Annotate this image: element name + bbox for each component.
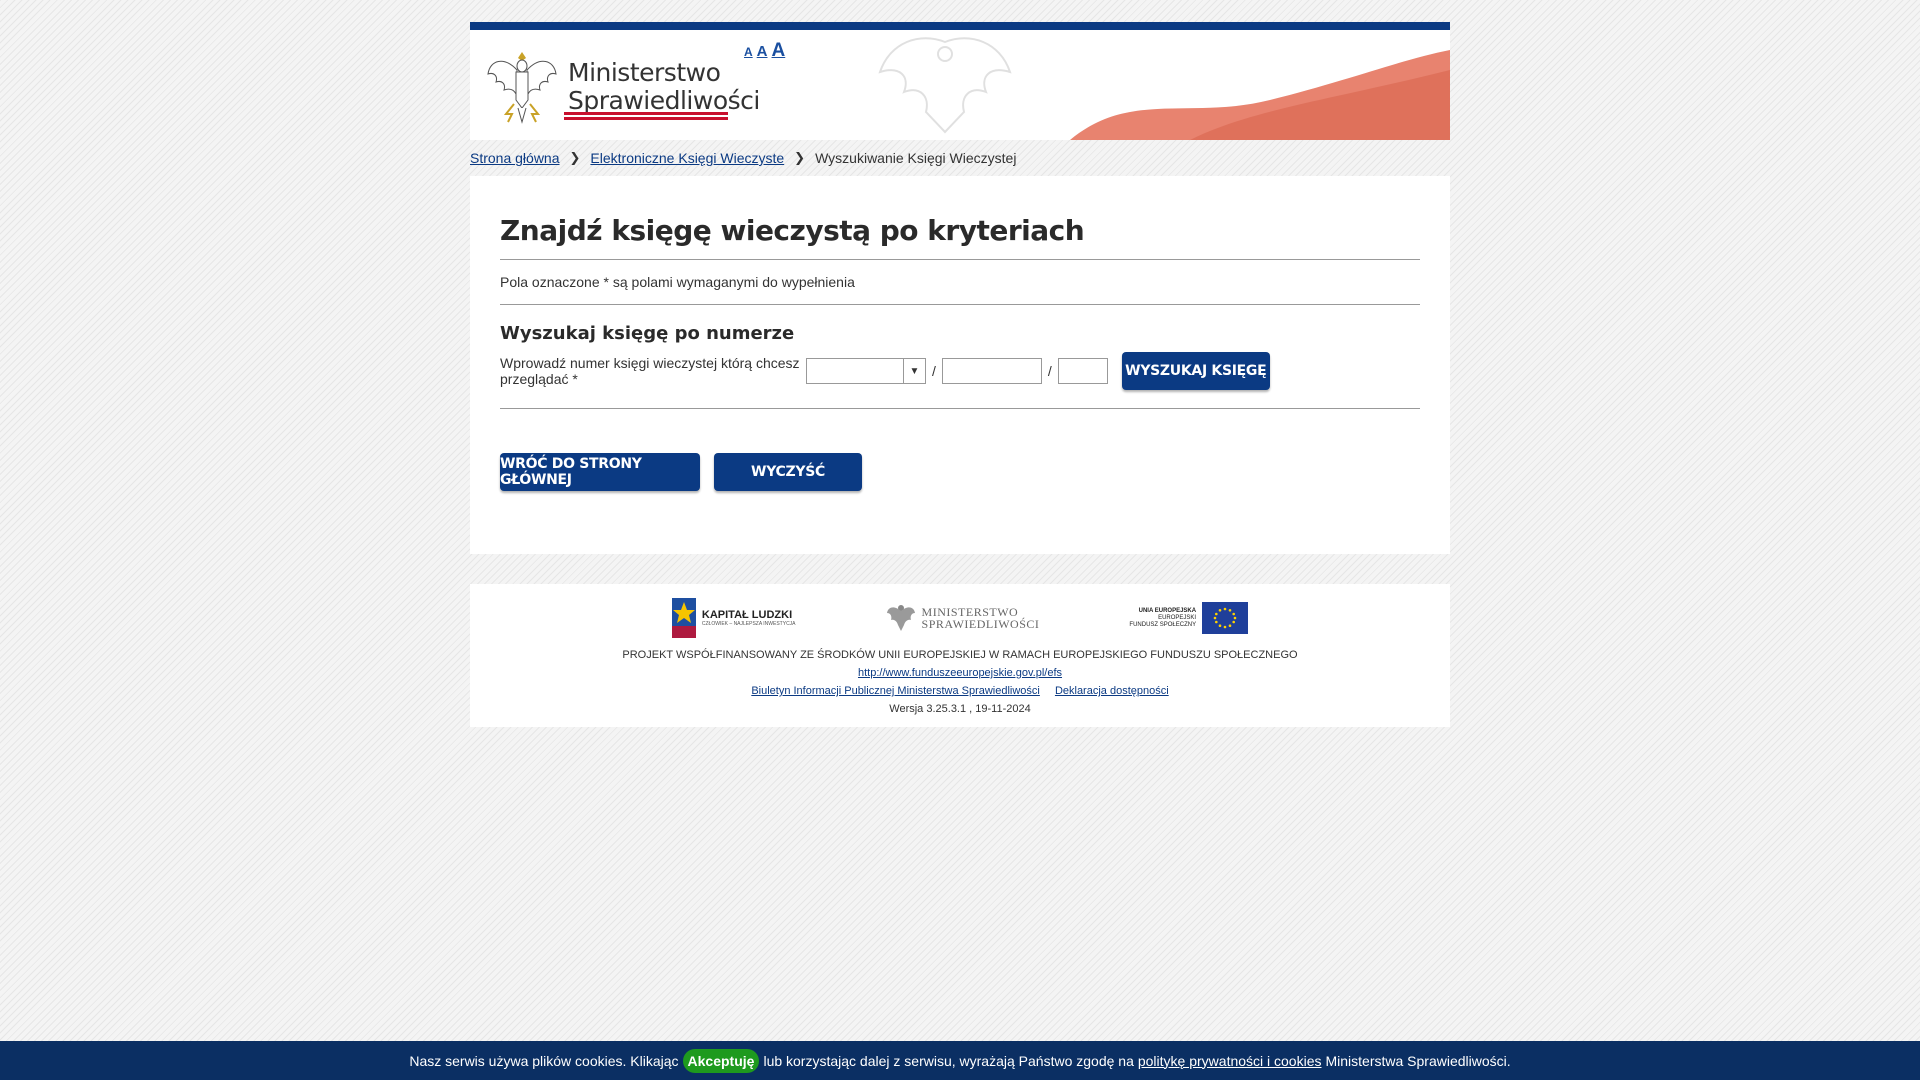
site-header: Ministerstwo Sprawiedliwości A A A — [470, 22, 1450, 140]
polish-flag-icon — [1070, 30, 1450, 140]
ministry-name-line2: Sprawiedliwości — [568, 86, 760, 115]
eu-logo: UNIA EUROPEJSKA EUROPEJSKI FUNDUSZ SPOŁE… — [1129, 602, 1249, 634]
eu-line1: UNIA EUROPEJSKA — [1138, 607, 1197, 614]
kapital-ludzki-star-icon — [671, 598, 696, 638]
chevron-right-icon: ❯ — [794, 150, 806, 165]
watermark-eagle-icon — [878, 37, 1012, 134]
footer-logos: KAPITAŁ LUDZKI CZŁOWIEK – NAJLEPSZA INWE… — [470, 596, 1450, 640]
search-by-number-form: Wprowadź numer księgi wieczystej którą c… — [500, 352, 1420, 409]
font-size-small-button[interactable]: A — [744, 45, 753, 59]
breadcrumb-home-link[interactable]: Strona główna — [470, 150, 560, 166]
required-fields-note: Pola oznaczone * są polami wymaganymi do… — [500, 260, 1420, 305]
cookie-text-middle: lub korzystając dalej z serwisu, wyrażaj… — [763, 1052, 1134, 1069]
breadcrumb-current: Wyszukiwanie Księgi Wieczystej — [815, 150, 1017, 166]
ministry-footer-line2: SPRAWIEDLIWOŚCI — [921, 617, 1040, 631]
project-funding-note: PROJEKT WSPÓŁFINANSOWANY ZE ŚRODKÓW UNII… — [622, 649, 1298, 661]
eu-line3: FUNDUSZ SPOŁECZNY — [1129, 621, 1197, 628]
separator-slash: / — [1047, 363, 1052, 379]
court-code-select[interactable]: ▼ — [806, 358, 926, 384]
back-to-home-button[interactable]: WRÓĆ DO STRONY GŁÓWNEJ — [500, 453, 700, 491]
privacy-policy-link[interactable]: politykę prywatności i cookies — [1138, 1053, 1322, 1069]
logo-underline-bar — [564, 112, 728, 120]
cookie-text-before: Nasz serwis używa plików cookies. Klikaj… — [409, 1052, 679, 1069]
eu-flag-icon — [1202, 602, 1249, 634]
bip-link[interactable]: Biuletyn Informacji Publicznej Ministers… — [751, 685, 1040, 697]
chevron-right-icon: ❯ — [569, 150, 581, 165]
page-title: Znajdź księgę wieczystą po kryteriach — [500, 214, 1420, 260]
breadcrumb: Strona główna ❯ Elektroniczne Księgi Wie… — [470, 140, 1450, 176]
footer-links: Biuletyn Informacji Publicznej Ministers… — [470, 682, 1450, 700]
font-size-medium-button[interactable]: A — [757, 43, 768, 60]
accept-cookies-button[interactable]: Akceptuję — [682, 1048, 760, 1073]
cookie-banner: Nasz serwis używa plików cookies. Klikaj… — [0, 1041, 1920, 1080]
page-container: Ministerstwo Sprawiedliwości A A A Stron… — [470, 22, 1450, 727]
font-size-large-button[interactable]: A — [772, 40, 786, 62]
breadcrumb-ekw-link[interactable]: Elektroniczne Księgi Wieczyste — [590, 150, 784, 166]
search-book-button[interactable]: WYSZUKAJ KSIĘGĘ — [1121, 352, 1270, 390]
ministry-name-line1: Ministerstwo — [568, 58, 721, 87]
book-number-input[interactable] — [941, 358, 1042, 384]
eu-line2: EUROPEJSKI — [1158, 614, 1197, 621]
site-footer: KAPITAŁ LUDZKI CZŁOWIEK – NAJLEPSZA INWE… — [470, 584, 1450, 727]
section-title: Wyszukaj księgę po numerze — [500, 323, 795, 344]
version-info: Wersja 3.25.3.1 , 19-11-2024 — [889, 703, 1031, 715]
ministry-footer-logo: MINISTERSTWO SPRAWIEDLIWOŚCI — [886, 601, 1040, 635]
kapital-ludzki-logo: KAPITAŁ LUDZKI CZŁOWIEK – NAJLEPSZA INWE… — [671, 598, 796, 638]
triangle-down-icon[interactable]: ▼ — [903, 359, 925, 383]
ministry-name: Ministerstwo Sprawiedliwości — [568, 59, 760, 115]
eagle-emblem-icon — [487, 52, 557, 124]
form-actions: WRÓĆ DO STRONY GŁÓWNEJ WYCZYŚĆ — [500, 453, 1420, 491]
court-code-value — [807, 359, 903, 383]
eagle-emblem-icon — [886, 605, 915, 631]
font-size-switcher: A A A — [744, 40, 785, 62]
book-number-label: Wprowadź numer księgi wieczystej którą c… — [500, 355, 800, 387]
cookie-text-after: Ministerstwa Sprawiedliwości. — [1325, 1052, 1511, 1069]
separator-slash: / — [932, 363, 936, 379]
main-content: Znajdź księgę wieczystą po kryteriach Po… — [470, 176, 1450, 554]
check-digit-input[interactable] — [1057, 358, 1108, 384]
efs-link[interactable]: http://www.funduszeeuropejskie.gov.pl/ef… — [858, 667, 1062, 679]
kapital-ludzki-title: KAPITAŁ LUDZKI — [701, 609, 793, 621]
accessibility-declaration-link[interactable]: Deklaracja dostępności — [1055, 685, 1169, 697]
kapital-ludzki-subtitle: CZŁOWIEK – NAJLEPSZA INWESTYCJA — [701, 621, 796, 627]
clear-button[interactable]: WYCZYŚĆ — [714, 453, 862, 491]
